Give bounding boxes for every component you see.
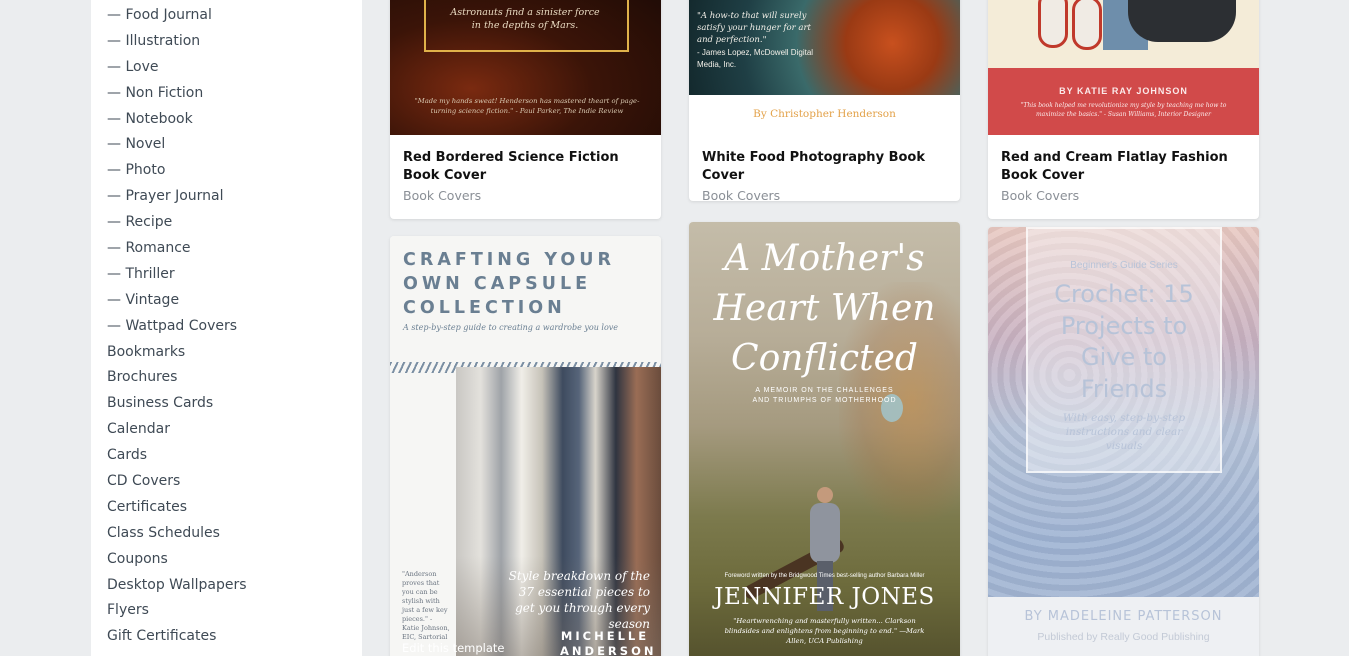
cover-author: JENNIFER JONES (714, 584, 935, 610)
sidebar-category-item[interactable]: Flyers (107, 598, 247, 624)
sidebar-category-item[interactable]: Desktop Wallpapers (107, 573, 247, 599)
cover-subtitle: A step-by-step guide to creating a wardr… (403, 323, 619, 332)
cover-thumbnail[interactable]: Astronauts find a sinister force in the … (390, 0, 661, 135)
cover-thumbnail[interactable]: A Mother's Heart When Conflicted A MEMOI… (689, 222, 960, 656)
cover-bottom-band (988, 597, 1259, 656)
cover-thumbnail[interactable]: Beginner's Guide Series Crochet: 15 Proj… (988, 227, 1259, 656)
cover-bag-photo (1128, 0, 1236, 42)
cover-text-overlay: "A how-to that will surely satisfy your … (697, 10, 822, 71)
sidebar-category-item[interactable]: — Novel (107, 132, 247, 158)
template-card-capsule[interactable]: CRAFTING YOUR OWN CAPSULE COLLECTION A s… (390, 236, 661, 656)
cover-foreword: Foreword written by the Bridgwood Times … (724, 573, 925, 579)
cover-author: BY KATIE RAY JOHNSON (1059, 86, 1188, 96)
cover-tagline: Astronauts find a sinister force in the … (450, 7, 600, 31)
sidebar-category-item[interactable]: — Prayer Journal (107, 184, 247, 210)
sidebar-category-item[interactable]: — Romance (107, 236, 247, 262)
sidebar-category-item[interactable]: — Photo (107, 158, 247, 184)
sidebar-category-item[interactable]: Certificates (107, 495, 247, 521)
template-card-flatlay[interactable]: BY KATIE RAY JOHNSON "This book helped m… (988, 0, 1259, 219)
cover-author: MICHELLE ANDERSON (560, 629, 657, 656)
card-title[interactable]: Red and Cream Flatlay Fashion Book Cover (1001, 149, 1246, 185)
sidebar-category-item[interactable]: Cards (107, 443, 247, 469)
category-list: — Food Journal — Illustration — Love — Non … (107, 3, 247, 650)
sidebar-category-item[interactable]: — Notebook (107, 107, 247, 133)
sidebar-category-item[interactable]: — Recipe (107, 210, 247, 236)
cover-publisher: Published by Really Good Publishing (1037, 631, 1210, 643)
cover-thumbnail[interactable]: "A how-to that will surely satisfy your … (689, 0, 960, 135)
edit-template-link[interactable]: Edit this template (402, 641, 504, 655)
sidebar-category-item[interactable]: — Non Fiction (107, 81, 247, 107)
cover-thumbnail[interactable]: BY KATIE RAY JOHNSON "This book helped m… (988, 0, 1259, 135)
card-category: Book Covers (403, 188, 482, 203)
sidebar-category-item[interactable]: Brochures (107, 365, 247, 391)
sidebar-category-item[interactable]: — Vintage (107, 288, 247, 314)
sidebar-category-item[interactable]: — Thriller (107, 262, 247, 288)
cover-quote: "This book helped me revolutionize my st… (1020, 102, 1227, 118)
cover-quote: "A how-to that will surely satisfy your … (697, 11, 811, 45)
sidebar-category-item[interactable]: CD Covers (107, 469, 247, 495)
cover-quote: "Heartwrenching and masterfully written.… (724, 617, 925, 645)
sidebar-category-item[interactable]: — Food Journal (107, 3, 247, 29)
cover-subtitle: A MEMOIR ON THE CHALLENGES AND TRIUMPHS … (752, 387, 897, 404)
sidebar-category-item[interactable]: Class Schedules (107, 521, 247, 547)
card-category: Book Covers (1001, 188, 1080, 203)
card-title[interactable]: White Food Photography Book Cover (702, 149, 947, 185)
template-card-crochet[interactable]: Beginner's Guide Series Crochet: 15 Proj… (988, 227, 1259, 656)
cover-subtitle: With easy, step-by-step instructions and… (1062, 412, 1186, 452)
cover-title: Crochet: 15 Projects to Give to Friends (1054, 280, 1194, 403)
cover-side-quote: "Anderson proves that you can be stylish… (402, 570, 450, 641)
sidebar-category-item[interactable]: Coupons (107, 547, 247, 573)
sidebar-category-item[interactable]: Gift Certificates (107, 624, 247, 650)
category-sidebar: — Food Journal — Illustration — Love — Non … (91, 0, 362, 656)
template-card-scifi[interactable]: Astronauts find a sinister force in the … (390, 0, 661, 219)
cover-author: BY MADELEINE PATTERSON (1024, 609, 1223, 624)
sidebar-category-item[interactable]: Bookmarks (107, 340, 247, 366)
template-card-mother[interactable]: A Mother's Heart When Conflicted A MEMOI… (689, 222, 960, 656)
cover-thumbnail[interactable]: CRAFTING YOUR OWN CAPSULE COLLECTION A s… (390, 236, 661, 656)
sidebar-category-item[interactable]: — Love (107, 55, 247, 81)
cover-author: By Christopher Henderson (753, 108, 896, 120)
cover-quote-author: - James Lopez, McDowell Digital Media, I… (697, 48, 814, 69)
cover-breakdown: Style breakdown of the 37 essential piec… (508, 569, 650, 631)
cover-quote: "Made my hands sweat! Henderson has mast… (414, 97, 640, 115)
sidebar-category-item[interactable]: — Wattpad Covers (107, 314, 247, 340)
cover-title: CRAFTING YOUR OWN CAPSULE COLLECTION (403, 250, 615, 318)
cover-title: A Mother's Heart When Conflicted (713, 238, 936, 379)
sidebar-category-item[interactable]: Calendar (107, 417, 247, 443)
cover-series: Beginner's Guide Series (1070, 260, 1178, 271)
card-title[interactable]: Red Bordered Science Fiction Book Cover (403, 149, 648, 185)
sidebar-category-item[interactable]: Business Cards (107, 391, 247, 417)
sidebar-category-item[interactable]: — Illustration (107, 29, 247, 55)
cover-shoes-photo (1038, 0, 1108, 50)
template-card-food[interactable]: "A how-to that will surely satisfy your … (689, 0, 960, 201)
card-category: Book Covers (702, 188, 781, 201)
